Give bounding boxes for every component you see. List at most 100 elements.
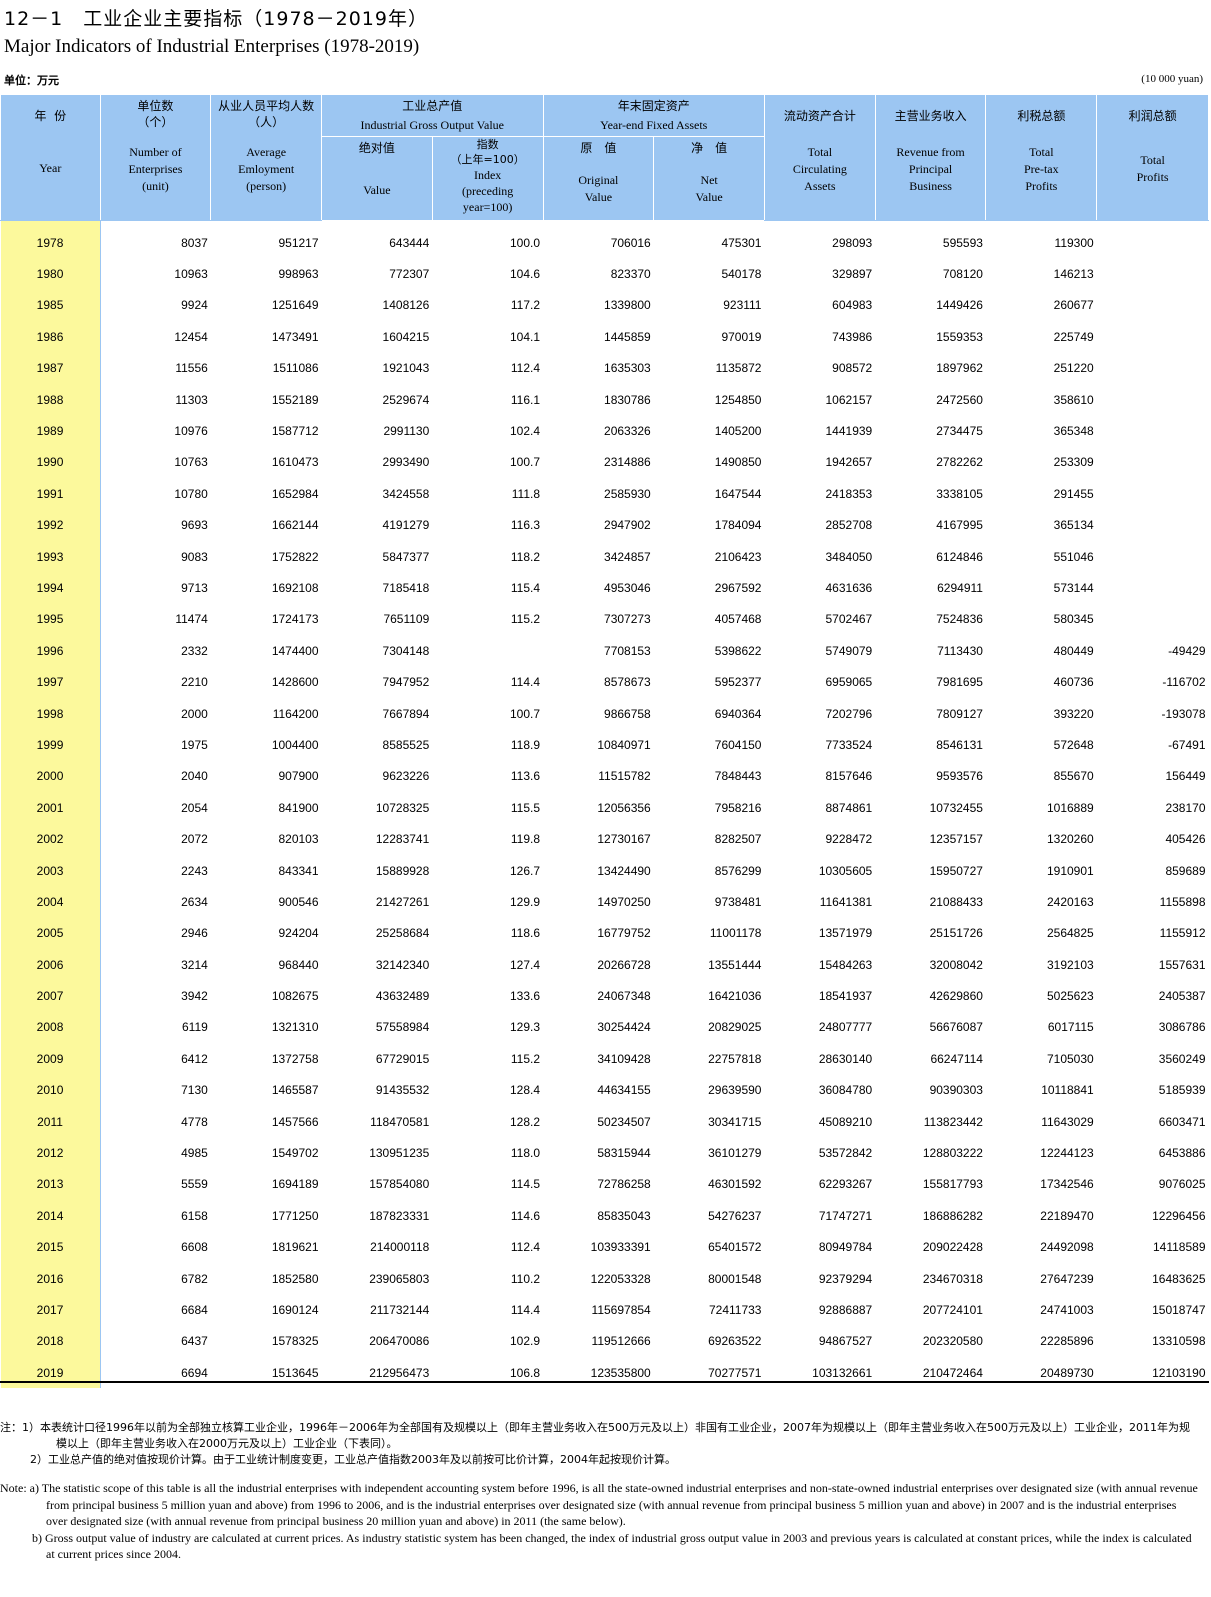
cell-gross-output-value: 3424558 — [382, 486, 430, 501]
cell-employment: 1652984 — [271, 486, 319, 501]
cell-year: 1978 — [0, 220, 101, 259]
table-row: 2004 2634 900546 21427261 129.9 14970250 97384… — [0, 886, 1209, 918]
cell-fixed-original: 103933391 — [590, 1240, 651, 1255]
cell-total-profits: 5185939 — [1158, 1083, 1206, 1098]
cell-circulating-assets: 329897 — [832, 267, 873, 282]
header-original-en: Original Value — [578, 173, 619, 204]
cell-fixed-net: 36101279 — [708, 1146, 762, 1161]
cell-year: 2003 — [0, 854, 101, 887]
cell-fixed-net: 7604150 — [714, 737, 762, 752]
cell-gross-output-index: 115.5 — [510, 800, 540, 815]
cell-fixed-net: 1135872 — [715, 361, 762, 376]
unit-label-cn: 单位：万元 — [4, 74, 59, 87]
table-row: 1996 2332 1474400 7304148 7708153 5398622 5749… — [0, 635, 1209, 667]
cell-enterprises: 11474 — [175, 612, 208, 627]
header-pretax-en: Total Pre-tax Profits — [1023, 145, 1059, 193]
cell-year: 2012 — [0, 1137, 101, 1169]
cell-employment: 1694189 — [271, 1177, 319, 1192]
cell-pretax-profits: 2420163 — [1046, 894, 1094, 909]
cell-gross-output-index: 110.2 — [510, 1271, 540, 1286]
table-row: 1998 2000 1164200 7667894 100.7 9866758 694036… — [0, 697, 1209, 730]
footnotes: 注：1）本表统计口径1996年以前为全部独立核算工业企业，1996年－2006年… — [0, 1420, 1200, 1563]
cell-enterprises: 6119 — [181, 1020, 208, 1035]
cell-pretax-profits: 22189470 — [1040, 1208, 1094, 1223]
cell-fixed-original: 123535800 — [590, 1365, 651, 1380]
cell-pretax-profits: 27647239 — [1040, 1271, 1094, 1286]
cell-pretax-profits: 146213 — [1053, 267, 1094, 282]
cell-fixed-net: 1784094 — [714, 518, 762, 533]
cell-total-profits — [1097, 478, 1209, 509]
cell-year: 1991 — [0, 478, 101, 510]
page-title-en: Major Indicators of Industrial Enterpris… — [4, 36, 420, 57]
cell-total-profits: 1155912 — [1159, 926, 1206, 941]
cell-fixed-net: 16421036 — [708, 989, 762, 1004]
header-enterprises: 单位数 （个） Number of Enterprises (unit) — [99, 94, 212, 221]
header-employment-cn: 从业人员平均人数 （人） — [218, 99, 315, 129]
cell-year: 2001 — [0, 792, 101, 824]
table-row: 1993 9083 1752822 5847377 118.2 3424857 210642… — [0, 540, 1209, 573]
cell-fixed-original: 85835043 — [597, 1208, 651, 1223]
cell-fixed-original: 24067348 — [597, 989, 651, 1004]
cell-revenue: 1559353 — [936, 329, 983, 344]
table-row: 1987 11556 1511086 1921043 112.4 1635303 11358… — [0, 352, 1209, 384]
cell-year: 2007 — [0, 980, 101, 1012]
cell-enterprises: 3214 — [181, 957, 208, 972]
cell-fixed-net: 22757818 — [708, 1051, 762, 1066]
cell-fixed-net: 6940364 — [714, 706, 762, 721]
cell-fixed-original: 3424857 — [604, 549, 651, 564]
cell-gross-output-index: 118.2 — [510, 549, 540, 564]
cell-employment: 1752822 — [271, 549, 319, 564]
header-fixed-assets-cn: 年末固定资产 — [617, 99, 690, 113]
cell-fixed-net: 2106423 — [714, 549, 762, 564]
cell-year: 2011 — [0, 1105, 101, 1138]
cell-total-profits: 15018747 — [1152, 1302, 1206, 1317]
cell-total-profits: 14118589 — [1153, 1240, 1206, 1255]
cell-revenue: 7981695 — [936, 675, 983, 690]
cell-revenue: 708120 — [942, 267, 983, 282]
cell-total-profits: 2405387 — [1158, 989, 1206, 1004]
cell-total-profits: -49429 — [1168, 643, 1206, 658]
cell-circulating-assets: 908572 — [832, 361, 873, 376]
table-row: 2006 3214 968440 32142340 127.4 20266728 13551… — [0, 948, 1209, 981]
cell-gross-output-index: 118.9 — [510, 737, 540, 752]
cell-employment: 1511086 — [272, 361, 319, 376]
cell-gross-output-index: 127.4 — [509, 957, 540, 972]
cell-fixed-net: 970019 — [721, 329, 762, 344]
header-index-en: Index (preceding year=100) — [461, 168, 514, 214]
cell-circulating-assets: 1942657 — [825, 455, 873, 470]
cell-pretax-profits: 24741003 — [1040, 1302, 1094, 1317]
cell-gross-output-index: 114.4 — [510, 675, 540, 690]
cell-total-profits: 1557631 — [1158, 957, 1206, 972]
cell-gross-output-value: 15889928 — [375, 863, 430, 878]
cell-fixed-net: 7848443 — [714, 769, 762, 784]
cell-year: 1988 — [0, 383, 101, 416]
cell-employment: 1610473 — [271, 455, 319, 470]
cell-fixed-original: 2063326 — [604, 424, 651, 439]
header-employment-en: Average Emloyment (person) — [238, 145, 295, 193]
cell-employment: 1082675 — [271, 989, 319, 1004]
cell-total-profits: 12103190 — [1152, 1365, 1206, 1380]
cell-fixed-original: 11515782 — [598, 769, 651, 784]
cell-total-profits: 13310598 — [1152, 1334, 1206, 1349]
cell-pretax-profits: 6017115 — [1047, 1020, 1094, 1035]
cell-year: 2013 — [0, 1168, 101, 1201]
cell-employment: 1852580 — [271, 1271, 319, 1286]
cell-gross-output-value: 187823331 — [369, 1208, 430, 1223]
unit-label-en: (10 000 yuan) — [1141, 73, 1203, 85]
cell-employment: 900546 — [278, 894, 319, 909]
cell-enterprises: 2243 — [181, 863, 208, 878]
cell-fixed-original: 4953046 — [604, 580, 651, 595]
cell-gross-output-index: 133.6 — [509, 989, 540, 1004]
cell-pretax-profits: 358610 — [1053, 392, 1094, 407]
cell-gross-output-value: 67729015 — [375, 1051, 430, 1066]
cell-total-profits — [1097, 290, 1209, 321]
cell-employment: 907900 — [278, 769, 319, 784]
cell-pretax-profits: 393220 — [1053, 706, 1094, 721]
cell-gross-output-index: 114.5 — [510, 1177, 540, 1192]
cell-year: 2000 — [0, 760, 101, 793]
cell-circulating-assets: 2852708 — [825, 518, 873, 533]
cell-year: 1986 — [0, 321, 101, 353]
cell-enterprises: 10976 — [174, 424, 208, 439]
table-row: 2012 4985 1549702 130951235 118.0 58315944 361… — [0, 1137, 1209, 1169]
cell-revenue: 32008042 — [929, 957, 983, 972]
